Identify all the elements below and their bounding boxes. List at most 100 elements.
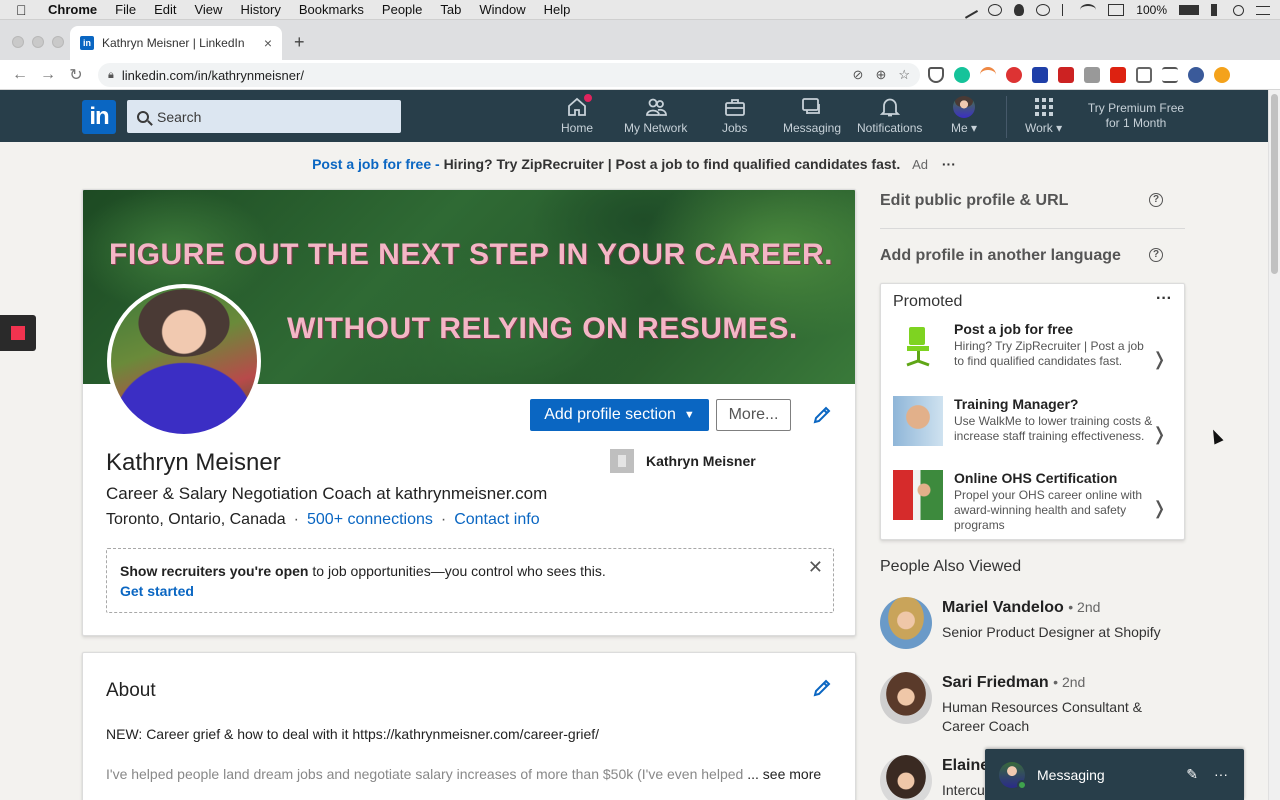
rainbow-extension-icon[interactable] <box>980 67 996 83</box>
nav-my-network-label: My Network <box>624 121 688 135</box>
update-icon[interactable] <box>1214 67 1230 83</box>
rail-divider <box>880 228 1185 229</box>
profile-photo[interactable] <box>107 284 261 438</box>
url-text[interactable]: linkedin.com/in/kathrynmeisner/ <box>122 68 304 83</box>
menu-chrome[interactable]: Chrome <box>48 2 97 17</box>
nav-home[interactable]: Home <box>561 92 594 140</box>
menu-window[interactable]: Window <box>479 2 525 17</box>
screen-recorder-stop-button[interactable] <box>0 315 36 351</box>
add-profile-section-button[interactable]: Add profile section ▼ <box>530 399 709 431</box>
back-button[interactable]: ← <box>6 66 34 84</box>
new-tab-button[interactable]: + <box>294 32 305 53</box>
bookmark-star-icon[interactable]: ☆ <box>898 67 910 83</box>
menu-edit[interactable]: Edit <box>154 2 176 17</box>
bluetooth-icon[interactable] <box>1062 4 1068 16</box>
nav-notifications[interactable]: Notifications <box>857 96 922 140</box>
promo-item-ohs[interactable]: Online OHS Certification Propel your OHS… <box>893 470 1173 540</box>
linkedin-logo[interactable]: in <box>82 100 116 134</box>
pocket-extension-icon[interactable] <box>928 67 944 83</box>
volume-icon[interactable] <box>1211 4 1221 16</box>
see-more-link[interactable]: ... see more <box>747 766 821 782</box>
person-item[interactable]: Mariel Vandeloo • 2nd Senior Product Des… <box>880 597 1185 657</box>
nav-messaging-label: Messaging <box>783 121 842 135</box>
contact-info-link[interactable]: Contact info <box>454 511 539 529</box>
premium-line-1: Try Premium Free <box>1087 101 1185 115</box>
cast-icon[interactable] <box>1136 67 1152 83</box>
chevron-right-icon: ❭ <box>1151 349 1167 369</box>
nav-notifications-label: Notifications <box>857 121 923 135</box>
profile-location: Toronto, Ontario, Canada <box>106 511 286 528</box>
scrollbar-thumb[interactable] <box>1271 94 1278 274</box>
battery-icon[interactable] <box>1179 5 1199 15</box>
nav-home-label: Home <box>561 121 594 135</box>
ad-text[interactable]: Hiring? Try ZipRecruiter | Post a job to… <box>444 156 901 172</box>
help-question-icon[interactable]: ? <box>1149 248 1163 262</box>
vpn-status-icon[interactable] <box>1014 4 1025 16</box>
window-zoom-button[interactable] <box>52 36 64 48</box>
page-scrollbar[interactable] <box>1268 90 1280 800</box>
nav-me[interactable]: Me ▾ <box>951 96 977 140</box>
promo-item-walkme[interactable]: Training Manager? Use WalkMe to lower tr… <box>893 396 1173 466</box>
menu-bookmarks[interactable]: Bookmarks <box>299 2 364 17</box>
grammarly-extension-icon[interactable] <box>954 67 970 83</box>
profile-avatar[interactable] <box>1188 67 1204 83</box>
menu-file[interactable]: File <box>115 2 136 17</box>
nav-my-network[interactable]: My Network <box>624 96 687 140</box>
nav-messaging[interactable]: Messaging <box>783 96 841 140</box>
macos-menu-bar:  Chrome File Edit View History Bookmark… <box>0 0 1280 20</box>
notification-center-icon[interactable] <box>1256 5 1270 15</box>
blocked-content-icon[interactable]: ⊘ <box>853 67 864 83</box>
wifi-icon[interactable] <box>1080 4 1097 16</box>
promoted-options-button[interactable]: ··· <box>1156 290 1172 308</box>
try-premium-link[interactable]: Try Premium Free for 1 Month <box>1086 101 1186 131</box>
menu-tab[interactable]: Tab <box>440 2 461 17</box>
stop-icon <box>11 326 25 340</box>
compose-icon[interactable]: ✎ <box>1186 766 1198 783</box>
messaging-widget[interactable]: Messaging ✎ ··· <box>985 749 1244 800</box>
browser-tab-linkedin[interactable]: in Kathryn Meisner | LinkedIn × <box>70 26 282 60</box>
messaging-options-button[interactable]: ··· <box>1214 766 1228 783</box>
connections-link[interactable]: 500+ connections <box>307 511 433 529</box>
edit-intro-pencil-icon[interactable] <box>811 404 833 426</box>
camera-badge-extension-icon[interactable] <box>1006 67 1022 83</box>
airplay-icon[interactable] <box>1108 4 1125 16</box>
search-input[interactable]: Search <box>127 100 401 133</box>
promo-item-ziprecruiter[interactable]: Post a job for free Hiring? Try ZipRecru… <box>893 321 1173 391</box>
apple-icon[interactable]:  <box>16 2 34 18</box>
ad-options-button[interactable]: ··· <box>942 156 956 172</box>
nav-jobs-label: Jobs <box>722 121 748 135</box>
edit-public-profile-link[interactable]: Edit public profile & URL ? <box>880 192 1185 210</box>
add-language-profile-link[interactable]: Add profile in another language ? <box>880 247 1185 265</box>
reading-list-icon[interactable] <box>1162 67 1178 83</box>
reload-button[interactable]: ↻ <box>62 65 90 85</box>
more-button[interactable]: More... <box>716 399 791 431</box>
ad-link[interactable]: Post a job for free - <box>312 156 440 172</box>
camera-extension-icon[interactable] <box>1084 67 1100 83</box>
menu-help[interactable]: Help <box>544 2 571 17</box>
menu-view[interactable]: View <box>194 2 222 17</box>
get-started-link[interactable]: Get started <box>120 583 820 599</box>
dismiss-close-icon[interactable]: ✕ <box>808 557 823 578</box>
address-bar[interactable]: 🔒︎ linkedin.com/in/kathrynmeisner/ ⊘ ⊕ ☆ <box>98 63 920 87</box>
lock-icon[interactable]: 🔒︎ <box>108 69 114 82</box>
current-company[interactable]: Kathryn Meisner <box>610 449 756 473</box>
time-machine-icon[interactable] <box>1036 4 1051 16</box>
zoom-icon[interactable]: ⊕ <box>875 67 886 83</box>
spotlight-icon[interactable] <box>1233 4 1244 16</box>
nav-work[interactable]: Work ▾ <box>1025 96 1062 140</box>
y-extension-icon[interactable] <box>1032 67 1048 83</box>
edit-about-pencil-icon[interactable] <box>811 677 833 699</box>
nav-jobs[interactable]: Jobs <box>722 96 747 140</box>
red-badge-extension-icon[interactable] <box>1058 67 1074 83</box>
red-note-extension-icon[interactable] <box>1110 67 1126 83</box>
forward-button[interactable]: → <box>34 66 62 84</box>
tab-close-icon[interactable]: × <box>264 35 272 51</box>
menu-history[interactable]: History <box>240 2 280 17</box>
menu-people[interactable]: People <box>382 2 422 17</box>
help-question-icon[interactable]: ? <box>1149 193 1163 207</box>
pen-status-icon[interactable] <box>960 1 979 19</box>
person-item[interactable]: Sari Friedman • 2nd Human Resources Cons… <box>880 672 1185 734</box>
window-close-button[interactable] <box>12 36 24 48</box>
window-minimize-button[interactable] <box>32 36 44 48</box>
sync-status-icon[interactable] <box>988 4 1003 16</box>
